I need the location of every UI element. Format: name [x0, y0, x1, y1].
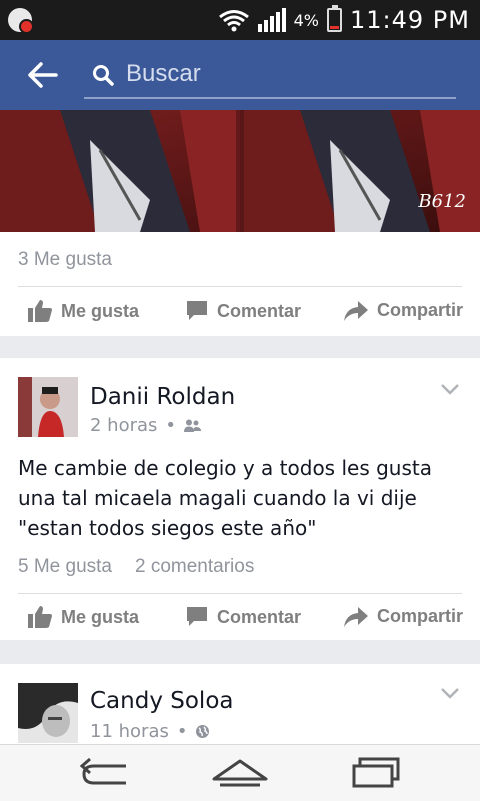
post-card: Candy Soloa 11 horas • [0, 664, 480, 744]
battery-percent: 4% [293, 10, 320, 30]
likes-count[interactable]: 5 Me gusta [18, 556, 112, 578]
search-input[interactable]: Buscar [84, 55, 456, 99]
photo-image [0, 110, 480, 232]
like-button[interactable]: Me gusta [28, 606, 139, 628]
back-arrow-icon[interactable] [26, 60, 60, 90]
avatar[interactable] [18, 683, 78, 743]
separator-dot: • [176, 721, 188, 742]
post-card: Danii Roldan 2 horas • Me cambie de cole… [0, 358, 480, 640]
clock: 11:49 PM [350, 6, 470, 34]
avatar-image [18, 683, 78, 743]
back-nav-icon[interactable] [76, 753, 136, 793]
comments-count[interactable]: 2 comentarios [135, 556, 254, 578]
post-text: Me cambie de colegio y a todos les gusta… [18, 456, 432, 540]
comment-button[interactable]: Comentar [186, 300, 301, 322]
separator-dot: • [165, 415, 177, 436]
photo-watermark: B612 [418, 191, 466, 212]
share-label: Compartir [377, 300, 464, 320]
like-button[interactable]: Me gusta [28, 300, 139, 322]
signal-icon [257, 8, 286, 32]
comment-label: Comentar [217, 300, 302, 321]
status-icons: 4% 11:49 PM [218, 5, 470, 34]
like-label: Me gusta [61, 606, 140, 627]
comment-button[interactable]: Comentar [186, 606, 301, 628]
post-meta: 11 horas • [90, 721, 210, 742]
home-nav-icon[interactable] [210, 753, 270, 793]
search-icon [93, 65, 114, 86]
thumbs-up-icon [28, 606, 52, 628]
friends-icon [184, 419, 202, 432]
divider [18, 593, 462, 594]
post-time[interactable]: 2 horas [90, 415, 157, 436]
post-photo[interactable]: B612 [0, 110, 480, 232]
chevron-down-icon[interactable] [440, 382, 460, 396]
battery-icon [327, 5, 343, 32]
share-button[interactable]: Compartir [344, 300, 463, 321]
share-button[interactable]: Compartir [344, 606, 463, 627]
status-bar: 4% 11:49 PM [0, 0, 480, 40]
comment-icon [187, 607, 207, 626]
comment-label: Comentar [217, 606, 302, 627]
share-label: Compartir [377, 606, 464, 626]
post-time[interactable]: 11 horas [90, 721, 169, 742]
post-meta: 2 horas • [90, 415, 202, 436]
comment-icon [187, 301, 207, 320]
like-label: Me gusta [61, 300, 140, 321]
chevron-down-icon[interactable] [440, 686, 460, 700]
thumbs-up-icon [28, 300, 52, 322]
author-name[interactable]: Candy Soloa [90, 688, 233, 714]
top-bar: Buscar [0, 40, 480, 110]
divider [18, 286, 462, 287]
likes-count[interactable]: 3 Me gusta [18, 249, 112, 271]
share-icon [344, 606, 368, 627]
post-footer-card: 3 Me gusta Me gusta Comentar Compartir [0, 232, 480, 336]
recent-apps-icon[interactable] [346, 753, 406, 793]
globe-icon [196, 725, 210, 738]
wifi-icon [218, 10, 249, 32]
search-placeholder: Buscar [126, 60, 201, 87]
avatar-image [18, 377, 78, 437]
author-name[interactable]: Danii Roldan [90, 384, 235, 410]
android-nav-bar [0, 744, 480, 801]
notification-app-icon [8, 8, 34, 34]
avatar[interactable] [18, 377, 78, 437]
share-icon [344, 300, 368, 321]
